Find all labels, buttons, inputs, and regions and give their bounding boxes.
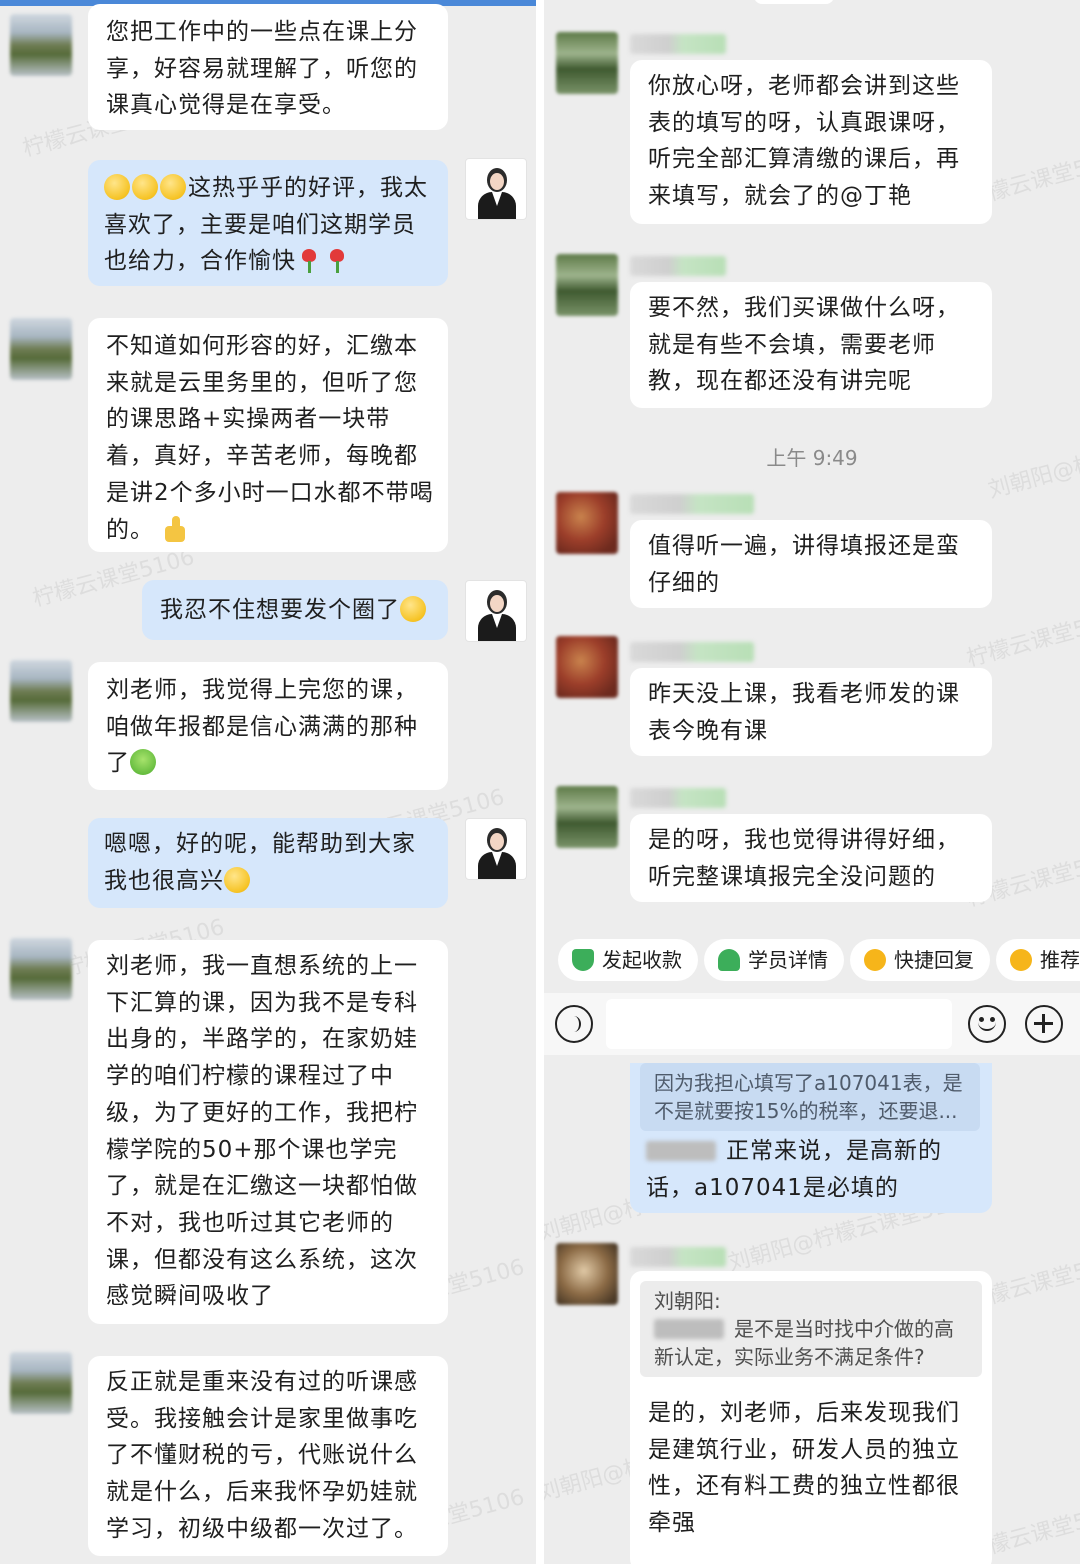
sender-name-blurred (630, 642, 754, 662)
message-timestamp: 上午 9:49 (766, 446, 858, 470)
message-text: 是的，刘老师，后来发现我们是建筑行业，研发人员的独立性，还有料工费的独立性都很牵… (648, 1400, 960, 1537)
message-text: 这热乎乎的好评，我太喜欢了，主要是咱们这期学员也给力，合作愉快 (104, 170, 434, 280)
collect-payment-button[interactable]: 发起收款 (558, 939, 698, 981)
chat-bubble[interactable]: 值得听一遍，讲得填报还是蛮仔细的 (630, 520, 992, 608)
message-text: 刘老师，我觉得上完您的课，咱做年报都是信心满满的那种了 (106, 672, 436, 782)
sender-name-blurred (630, 34, 726, 54)
quoted-message: 刘朝阳: 是不是当时找中介做的高新认定，实际业务不满足条件? (640, 1281, 982, 1377)
message-text: 不知道如何形容的好，汇缴本来就是云里务里的，但听了您的课思路+实操两者一块带着，… (106, 328, 436, 548)
user-icon (718, 949, 740, 971)
message-text: 你放心呀，老师都会讲到这些表的填写的呀，认真跟课呀，听完全部汇算清缴的课后，再来… (648, 73, 960, 210)
teacher-avatar[interactable] (465, 818, 527, 880)
message-text: 正常来说，是高新的话，a107041是必填的 (646, 1133, 986, 1206)
student-avatar[interactable] (10, 660, 72, 722)
chat-bubble[interactable]: 刘老师，我觉得上完您的课，咱做年报都是信心满满的那种了 (88, 662, 448, 790)
student-avatar[interactable] (556, 786, 618, 848)
mention-blurred (646, 1141, 716, 1161)
student-avatar[interactable] (556, 636, 618, 698)
recommend-button[interactable]: 推荐 (996, 939, 1080, 981)
student-avatar[interactable] (556, 32, 618, 94)
student-avatar[interactable] (556, 492, 618, 554)
quick-reply-button[interactable]: 快捷回复 (850, 939, 990, 981)
quote-text: 是不是当时找中介做的高新认定，实际业务不满足条件? (654, 1317, 954, 1369)
student-avatar[interactable] (556, 1243, 618, 1305)
smirk-emoji-icon (132, 174, 158, 200)
chat-bubble-self[interactable]: 我忍不住想要发个圈了 (142, 580, 448, 640)
voice-input-icon[interactable] (555, 1005, 593, 1043)
blush-emoji-icon (224, 866, 250, 893)
chat-bubble-self[interactable]: 因为我担心填写了a107041表，是不是就要按15%的税率，还要退... 正常来… (630, 1063, 992, 1213)
left-chat-panel: 柠檬云课堂5106 柠檬云课堂5106 柠檬云课堂5106 柠檬云课堂5106 … (0, 0, 536, 1564)
message-text-content: 嗯嗯，好的呢，能帮助到大家我也很高兴 (104, 831, 416, 894)
chat-bubble[interactable]: 你放心呀，老师都会讲到这些表的填写的呀，认真跟课呀，听完全部汇算清缴的课后，再来… (630, 60, 992, 224)
message-text: 刘老师，我一直想系统的上一下汇算的课，因为我不是专科出身的，半路学的，在家奶娃学… (106, 953, 418, 1310)
chat-history-top: 刘朝阳@柠檬云课堂5106 柠檬云课堂5106 柠檬云课堂5106 柠檬云课堂5… (544, 0, 1080, 925)
message-text: 要不然，我们买课做什么呀，就是有些不会填，需要老师教，现在都还没有讲完呢 (648, 295, 960, 395)
sender-name-blurred (630, 256, 726, 276)
quote-author: 刘朝阳: (654, 1289, 721, 1313)
chat-bubble-self[interactable]: 嗯嗯，好的呢，能帮助到大家我也很高兴 (88, 818, 448, 908)
rose-emoji-icon (324, 247, 350, 274)
emoji-icon[interactable] (968, 1005, 1006, 1043)
smirk-emoji-icon (104, 174, 130, 200)
grin-emoji-icon (400, 596, 426, 622)
frog-emoji-icon (130, 749, 156, 776)
smirk-emoji-icon (160, 174, 186, 200)
student-details-button[interactable]: 学员详情 (704, 939, 844, 981)
watermark: 柠檬云课堂5106 (964, 604, 1080, 672)
student-avatar[interactable] (10, 14, 72, 76)
rose-emoji-icon (296, 247, 322, 274)
student-avatar[interactable] (10, 1352, 72, 1414)
message-text: 嗯嗯，好的呢，能帮助到大家我也很高兴 (104, 826, 434, 899)
add-more-icon[interactable] (1025, 1005, 1063, 1043)
message-text: 反正就是重来没有过的听课感受。我接触会计是家里做事吃了不懂财税的亏，代账说什么就… (106, 1369, 418, 1542)
chat-bubble[interactable]: 刘朝阳: 是不是当时找中介做的高新认定，实际业务不满足条件? 是的，刘老师，后来… (630, 1271, 992, 1564)
message-text-input[interactable] (606, 999, 952, 1049)
chat-bubble-self[interactable]: 这热乎乎的好评，我太喜欢了，主要是咱们这期学员也给力，合作愉快 (88, 160, 448, 286)
student-avatar[interactable] (556, 254, 618, 316)
chat-bubble[interactable]: 要不然，我们买课做什么呀，就是有些不会填，需要老师教，现在都还没有讲完呢 (630, 282, 992, 408)
chat-bubble[interactable]: 不知道如何形容的好，汇缴本来就是云里务里的，但听了您的课思路+实操两者一块带着，… (88, 318, 448, 552)
message-text-content: 不知道如何形容的好，汇缴本来就是云里务里的，但听了您的课思路+实操两者一块带着，… (106, 333, 434, 543)
previous-bubble-edge (754, 0, 834, 4)
message-text: 昨天没上课，我看老师发的课表今晚有课 (648, 681, 960, 744)
sender-name-blurred (630, 1247, 726, 1267)
chat-bubble[interactable]: 反正就是重来没有过的听课感受。我接触会计是家里做事吃了不懂财税的亏，代账说什么就… (88, 1356, 448, 1556)
chat-bubble-icon (864, 949, 886, 971)
chat-bubble[interactable]: 刘老师，我一直想系统的上一下汇算的课，因为我不是专科出身的，半路学的，在家奶娃学… (88, 940, 448, 1324)
message-input-bar (544, 993, 1080, 1055)
quoted-message: 因为我担心填写了a107041表，是不是就要按15%的税率，还要退... (640, 1063, 980, 1131)
student-avatar[interactable] (10, 938, 72, 1000)
message-text: 是的呀，我也觉得讲得好细，听完整课填报完全没问题的 (648, 827, 960, 890)
student-avatar[interactable] (10, 318, 72, 380)
panel-divider (536, 0, 544, 1564)
chat-history-bottom: 刘朝阳@柠檬云课堂5106 刘朝阳@柠檬云课堂5106 刘朝阳@柠檬云课堂510… (544, 1063, 1080, 1564)
shield-yen-icon (572, 949, 594, 971)
thumbs-up-emoji-icon (162, 515, 188, 542)
right-chat-panel: 刘朝阳@柠檬云课堂5106 柠檬云课堂5106 柠檬云课堂5106 柠檬云课堂5… (544, 0, 1080, 1564)
name-blurred (654, 1319, 724, 1339)
message-text: 值得听一遍，讲得填报还是蛮仔细的 (648, 533, 960, 596)
message-text: 您把工作中的一些点在课上分享，好容易就理解了，听您的课真心觉得是在享受。 (106, 19, 418, 119)
chat-bubble[interactable]: 是的呀，我也觉得讲得好细，听完整课填报完全没问题的 (630, 814, 992, 902)
recommend-icon (1010, 949, 1032, 971)
teacher-avatar[interactable] (465, 158, 527, 220)
teacher-avatar[interactable] (465, 580, 527, 642)
sender-name-blurred (630, 494, 754, 514)
sender-name-blurred (630, 788, 726, 808)
chat-bubble[interactable]: 您把工作中的一些点在课上分享，好容易就理解了，听您的课真心觉得是在享受。 (88, 4, 448, 130)
chat-bubble[interactable]: 昨天没上课，我看老师发的课表今晚有课 (630, 668, 992, 756)
message-text-content: 我忍不住想要发个圈了 (160, 597, 400, 623)
message-text: 我忍不住想要发个圈了 (160, 592, 440, 629)
